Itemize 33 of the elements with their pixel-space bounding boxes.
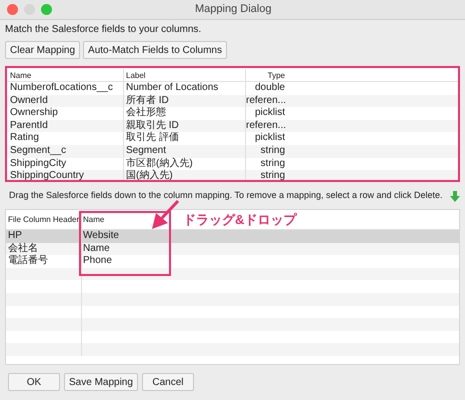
window-title: Mapping Dialog — [195, 2, 272, 18]
table-cell-text: 会社名 — [7, 242, 39, 254]
mapping-row[interactable]: 会社名 Name — [6, 242, 459, 256]
dialog-button[interactable]: OK — [8, 373, 60, 391]
column-header[interactable]: Type — [245, 69, 287, 81]
table-cell-text: HP — [7, 230, 23, 242]
column-header[interactable]: Name — [83, 215, 104, 224]
annotation-text: ドラッグ&ドロップ — [183, 211, 296, 229]
close-icon[interactable] — [7, 4, 18, 15]
table-cell-text: NumberofLocations__c — [9, 82, 114, 95]
pointer-arrow-drawing — [150, 200, 180, 230]
table-cell: 国(納入先) — [123, 170, 245, 180]
table-cell: string — [245, 170, 287, 180]
table-cell-text: Rating — [9, 132, 40, 145]
table-cell-text: ShippingCity — [9, 158, 68, 170]
table-cell-text: ParentId — [9, 120, 49, 132]
zoom-icon[interactable] — [41, 4, 52, 15]
table-cell-text: ShippingCountry — [9, 170, 85, 180]
column-header[interactable]: Name — [7, 69, 123, 81]
instruction-text: Match the Salesforce fields to your columns. — [5, 24, 202, 36]
table-cell-text: OwnerId — [9, 94, 49, 108]
table-cell-text: Segment__c — [9, 144, 68, 158]
mapping-row[interactable]: HP Website — [6, 230, 459, 243]
table-cell-text: Ownership — [9, 107, 59, 120]
toolbar-button[interactable]: Auto-Match Fields to Columns — [83, 41, 227, 59]
down-arrow-icon — [450, 190, 460, 202]
dialog-button[interactable]: Cancel — [142, 373, 194, 391]
dialog-button[interactable]: Save Mapping — [64, 373, 138, 391]
toolbar-button[interactable]: Clear Mapping — [5, 41, 80, 59]
column-header[interactable]: File Column Header — [6, 210, 81, 229]
column-header[interactable]: Label — [123, 69, 245, 81]
hint-text: Drag the Salesforce fields down to the column mapping. To remove a mapping, select a row and click Delete. — [8, 189, 443, 202]
table-cell-text: 電話番号 — [7, 255, 49, 268]
